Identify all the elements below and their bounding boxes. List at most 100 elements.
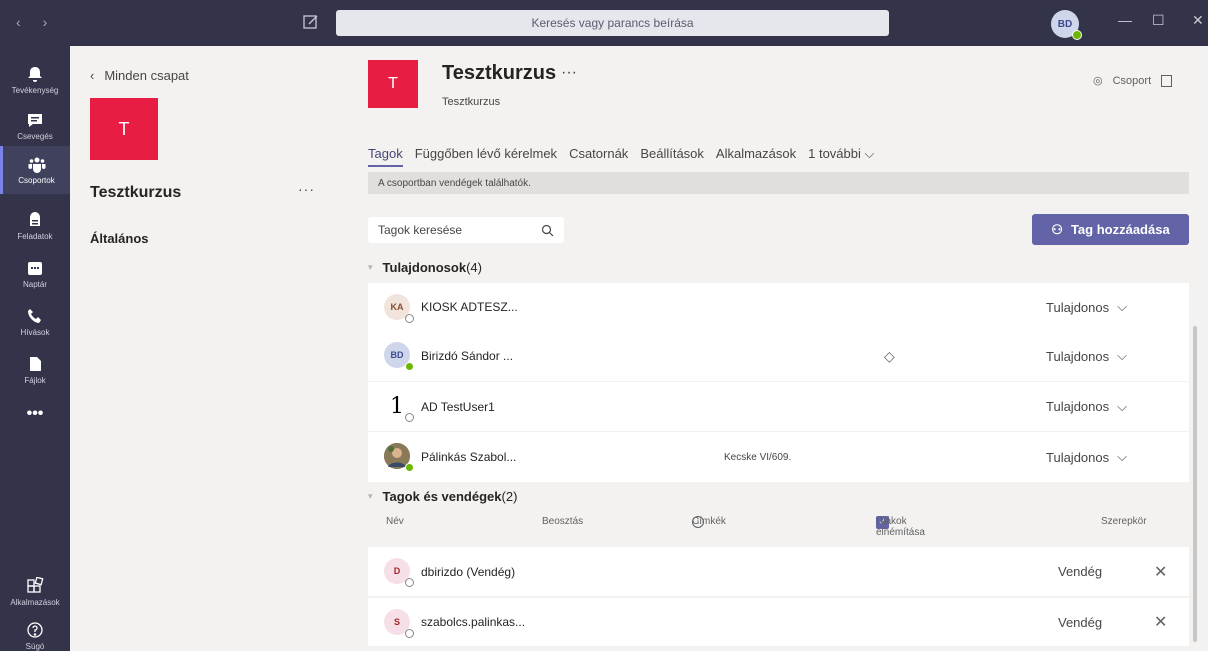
- rail-label: Csevegés: [17, 132, 53, 141]
- minimize-button[interactable]: —: [1118, 12, 1132, 28]
- info-icon[interactable]: i: [692, 516, 704, 528]
- calendar-icon: [28, 262, 42, 275]
- member-name: KIOSK ADTESZ...: [421, 300, 518, 314]
- tag-icon[interactable]: ◇: [884, 348, 895, 365]
- role-dropdown[interactable]: Tulajdonos ⌵: [1046, 399, 1127, 415]
- tab-more[interactable]: 1 további ⌵: [808, 146, 874, 167]
- chevron-down-icon: ⌵: [1117, 398, 1127, 414]
- new-chat-icon[interactable]: [302, 13, 320, 31]
- column-title[interactable]: Beosztás: [542, 516, 583, 527]
- add-person-icon: ⚇: [1051, 221, 1063, 237]
- maximize-button[interactable]: ☐: [1152, 12, 1165, 29]
- role-dropdown[interactable]: Tulajdonos ⌵: [1046, 449, 1127, 465]
- online-status-icon: [1072, 30, 1082, 40]
- rail-label: Csoportok: [18, 176, 55, 185]
- table-row[interactable]: KA KIOSK ADTESZ... Tulajdonos ⌵: [368, 283, 1189, 331]
- member-name: AD TestUser1: [421, 399, 495, 414]
- member-title: Kecske VI/609.: [724, 451, 792, 463]
- away-status-icon: [405, 629, 414, 638]
- table-row[interactable]: Pálinkás Szabol... Kecske VI/609. Tulajd…: [368, 432, 1189, 482]
- rail-label: Feladatok: [17, 232, 53, 241]
- page-subtitle: Tesztkurzus: [442, 96, 501, 108]
- role-label: Vendég: [1058, 564, 1103, 579]
- group-badge[interactable]: ◎ Csoport: [1093, 74, 1173, 87]
- add-member-label: Tag hozzáadása: [1070, 222, 1170, 237]
- members-section-header[interactable]: ▾ Tagok és vendégek(2): [368, 489, 517, 504]
- member-name: Birizdó Sándor ...: [421, 349, 514, 363]
- role-label: Vendég: [1058, 614, 1103, 630]
- avatar-initials: KA: [390, 302, 404, 312]
- team-info-icon[interactable]: [1161, 74, 1173, 87]
- avatar-initials: BD: [1057, 18, 1073, 30]
- chevron-down-icon: ⌵: [1117, 348, 1127, 363]
- app-rail: Tevékenység Csevegés Csoportok Feladatok…: [0, 46, 70, 651]
- rail-label: Tevékenység: [11, 86, 59, 95]
- guest-banner: A csoportban vendégek találhatók.: [368, 172, 1189, 194]
- channel-general[interactable]: Általános: [90, 231, 149, 246]
- column-name[interactable]: Név: [386, 516, 404, 527]
- avatar-initials: 1: [390, 393, 404, 419]
- back-arrow-icon[interactable]: ‹: [16, 14, 21, 30]
- avatar-initials: BD: [390, 350, 404, 360]
- title-bar: ‹ › Keresés vagy parancs beírása BD — ☐ …: [0, 0, 1208, 46]
- assignments-icon: [30, 212, 40, 226]
- rail-item-help[interactable]: Súgó: [0, 608, 70, 651]
- scrollbar[interactable]: [1193, 326, 1197, 642]
- profile-avatar[interactable]: BD: [1051, 10, 1082, 40]
- avatar: BD: [384, 342, 414, 371]
- tab-members[interactable]: Tagok: [368, 146, 403, 167]
- role-label: Tulajdonos: [1046, 399, 1110, 414]
- close-button[interactable]: ✕: [1192, 12, 1204, 29]
- collapse-caret-icon: ▾: [368, 262, 373, 272]
- members-count: (2): [501, 489, 518, 504]
- rail-label: Súgó: [25, 642, 45, 651]
- avatar-photo: [384, 443, 414, 472]
- role-dropdown[interactable]: Tulajdonos ⌵: [1046, 348, 1127, 364]
- table-row[interactable]: 1 AD TestUser1 Tulajdonos ⌵: [368, 382, 1189, 431]
- away-status-icon: [405, 314, 414, 323]
- rail-label: Alkalmazások: [10, 598, 60, 607]
- chevron-down-icon: ⌵: [1117, 299, 1127, 314]
- tab-apps[interactable]: Alkalmazások: [716, 146, 796, 167]
- rail-item-more[interactable]: •••: [0, 390, 70, 438]
- apps-icon: [27, 577, 44, 593]
- header-more-options[interactable]: ···: [561, 64, 577, 82]
- tab-channels[interactable]: Csatornák: [569, 146, 628, 167]
- members-search-input[interactable]: Tagok keresése: [368, 217, 564, 243]
- teams-icon: [28, 157, 45, 173]
- team-more-options[interactable]: ···: [298, 181, 315, 197]
- away-status-icon: [405, 413, 414, 422]
- tab-more-label: 1 további: [808, 146, 861, 161]
- away-status-icon: [405, 578, 414, 587]
- forward-arrow-icon[interactable]: ›: [43, 14, 48, 30]
- table-row[interactable]: D dbirizdo (Vendég) Vendég ✕: [368, 547, 1189, 596]
- search-input[interactable]: Keresés vagy parancs beírása: [336, 10, 889, 36]
- tab-pending-requests[interactable]: Függőben lévő kérelmek: [415, 146, 557, 167]
- bell-icon: [28, 67, 42, 82]
- all-teams-label: Minden csapat: [104, 68, 189, 83]
- all-teams-link[interactable]: ‹ Minden csapat: [90, 68, 189, 83]
- chevron-left-icon: ‹: [90, 68, 95, 83]
- table-row[interactable]: S szabolcs.palinkas... Vendég ✕: [368, 598, 1189, 646]
- tab-settings[interactable]: Beállítások: [640, 146, 704, 167]
- members-search-placeholder: Tagok keresése: [378, 223, 463, 237]
- remove-member-icon[interactable]: ✕: [1154, 612, 1167, 632]
- team-header-avatar: T: [368, 60, 418, 108]
- role-dropdown[interactable]: Tulajdonos ⌵: [1046, 299, 1127, 315]
- rail-label: Naptár: [22, 280, 47, 289]
- history-nav: ‹ ›: [16, 14, 47, 30]
- column-headers: Név Beosztás Címkék i ✓ Diákok elnémítása…: [368, 516, 1189, 538]
- table-row[interactable]: BD Birizdó Sándor ... ◇ Tulajdonos ⌵: [368, 331, 1189, 381]
- mute-students-label: Diákok elnémítása: [876, 516, 925, 538]
- member-name: szabolcs.palinkas...: [421, 615, 526, 629]
- column-role[interactable]: Szerepkör: [1101, 516, 1147, 527]
- role-label: Tulajdonos: [1046, 348, 1110, 364]
- owners-section-header[interactable]: ▾ Tulajdonosok(4): [368, 260, 482, 275]
- rail-item-teams[interactable]: Csoportok: [0, 146, 70, 194]
- remove-member-icon[interactable]: ✕: [1154, 562, 1167, 582]
- avatar-initials: D: [393, 566, 401, 576]
- team-left-panel: ‹ Minden csapat T Tesztkurzus ··· Általá…: [70, 46, 336, 651]
- avatar-initials: S: [393, 617, 400, 627]
- role-label: Tulajdonos: [1046, 299, 1110, 315]
- add-member-button[interactable]: ⚇ Tag hozzáadása: [1032, 214, 1189, 245]
